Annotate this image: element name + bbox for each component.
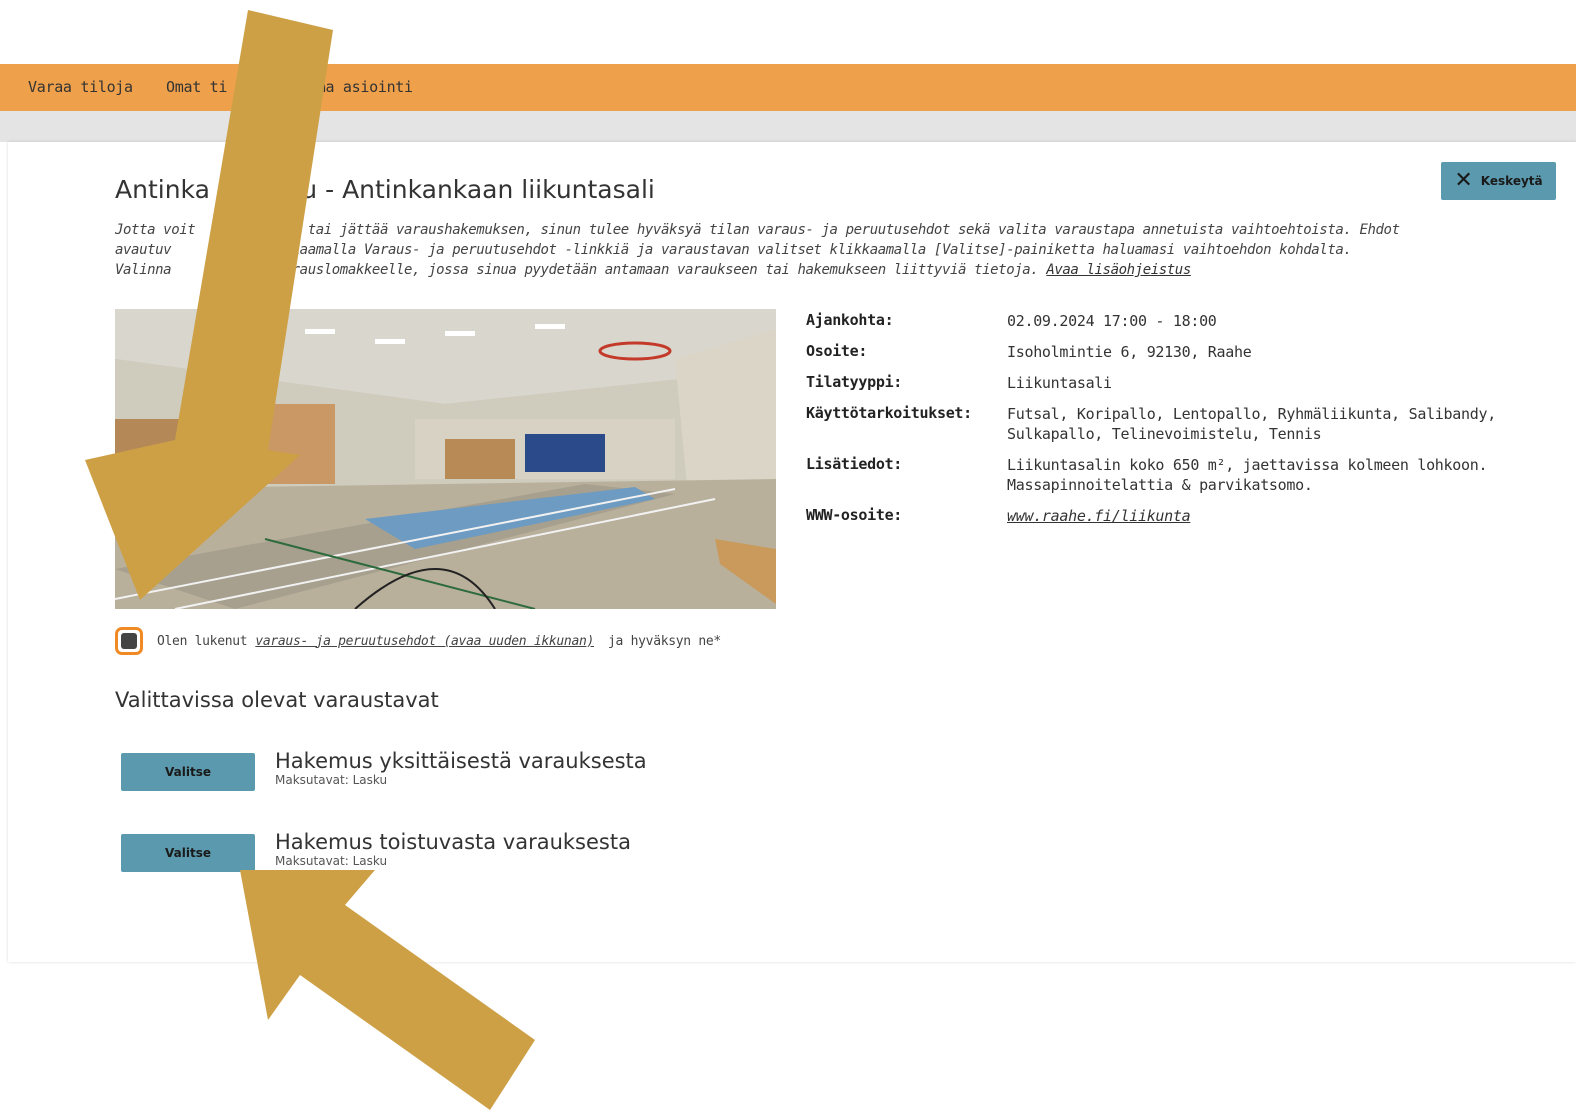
top-navigation-bar: Varaa tiloja Omat ti oma asiointi bbox=[0, 64, 1576, 111]
detail-value: Liikuntasalin koko 650 m², jaettavissa k… bbox=[1007, 456, 1488, 494]
option-payment-methods: Maksutavat: Lasku bbox=[275, 854, 388, 868]
cancel-button-label: Keskeytä bbox=[1480, 174, 1543, 188]
detail-row-extra-info: Lisätiedot: Liikuntasalin koko 650 m², j… bbox=[806, 455, 1526, 495]
terms-checkbox[interactable] bbox=[115, 627, 143, 655]
detail-row-purposes: Käyttötarkoitukset: Futsal, Koripallo, L… bbox=[806, 404, 1526, 444]
cancel-button[interactable]: ✕ Keskeytä bbox=[1441, 162, 1556, 200]
terms-consent: Olen lukenut varaus- ja peruutusehdot (a… bbox=[115, 625, 721, 657]
detail-label: Käyttötarkoitukset: bbox=[806, 404, 972, 422]
detail-label: Tilatyyppi: bbox=[806, 373, 903, 391]
website-link[interactable]: www.raahe.fi/liikunta bbox=[1007, 507, 1191, 525]
intro-line-3: Valinna rryt varauslomakkeelle, jossa si… bbox=[115, 262, 1039, 278]
nav-item-oma-asiointi[interactable]: oma asiointi bbox=[308, 78, 413, 96]
detail-label: WWW-osoite: bbox=[806, 506, 903, 524]
detail-value: Liikuntasali bbox=[1007, 374, 1112, 392]
detail-label: Lisätiedot: bbox=[806, 455, 903, 473]
detail-row-time: Ajankohta: 02.09.2024 17:00 - 18:00 bbox=[806, 311, 1526, 331]
consent-prefix: Olen lukenut bbox=[157, 633, 248, 649]
nav-item-omat-tilat[interactable]: Omat ti bbox=[166, 78, 227, 96]
nav-item-varaa-tiloja[interactable]: Varaa tiloja bbox=[28, 78, 133, 96]
detail-row-address: Osoite: Isoholmintie 6, 92130, Raahe bbox=[806, 342, 1526, 362]
page-title: Antinka koulu - Antinkankaan liikuntasal… bbox=[115, 175, 655, 204]
help-link[interactable]: Avaa lisäohjeistus bbox=[1046, 262, 1191, 278]
close-icon: ✕ bbox=[1454, 168, 1473, 193]
option-title: Hakemus yksittäisestä varauksesta bbox=[275, 749, 647, 773]
detail-value: Futsal, Koripallo, Lentopallo, Ryhmäliik… bbox=[1007, 405, 1496, 443]
option-title: Hakemus toistuvasta varauksesta bbox=[275, 830, 631, 854]
page-header-band bbox=[0, 111, 1576, 142]
facility-photo bbox=[115, 309, 776, 609]
detail-value: Isoholmintie 6, 92130, Raahe bbox=[1007, 343, 1252, 361]
facility-details: Ajankohta: 02.09.2024 17:00 - 18:00 Osoi… bbox=[806, 311, 1526, 537]
intro-line-1: Jotta voit uksen tai jättää varaushakemu… bbox=[115, 222, 1400, 238]
detail-label: Osoite: bbox=[806, 342, 868, 360]
detail-row-website: WWW-osoite: www.raahe.fi/liikunta bbox=[806, 506, 1526, 526]
checkbox-check-mark bbox=[121, 633, 137, 649]
detail-value: 02.09.2024 17:00 - 18:00 bbox=[1007, 312, 1217, 330]
option-payment-methods: Maksutavat: Lasku bbox=[275, 773, 388, 787]
select-single-booking-button[interactable]: Valitse bbox=[121, 753, 255, 791]
detail-row-type: Tilatyyppi: Liikuntasali bbox=[806, 373, 1526, 393]
intro-text: Jotta voit uksen tai jättää varaushakemu… bbox=[115, 220, 1485, 280]
terms-link[interactable]: varaus- ja peruutusehdot (avaa uuden ikk… bbox=[255, 634, 594, 649]
select-recurring-booking-button[interactable]: Valitse bbox=[121, 834, 255, 872]
booking-methods-title: Valittavissa olevat varaustavat bbox=[115, 688, 439, 712]
detail-label: Ajankohta: bbox=[806, 311, 894, 329]
consent-suffix: ja hyväksyn ne* bbox=[608, 633, 721, 649]
intro-line-2: avautuv si klikkaamalla Varaus- ja peruu… bbox=[115, 242, 1352, 258]
